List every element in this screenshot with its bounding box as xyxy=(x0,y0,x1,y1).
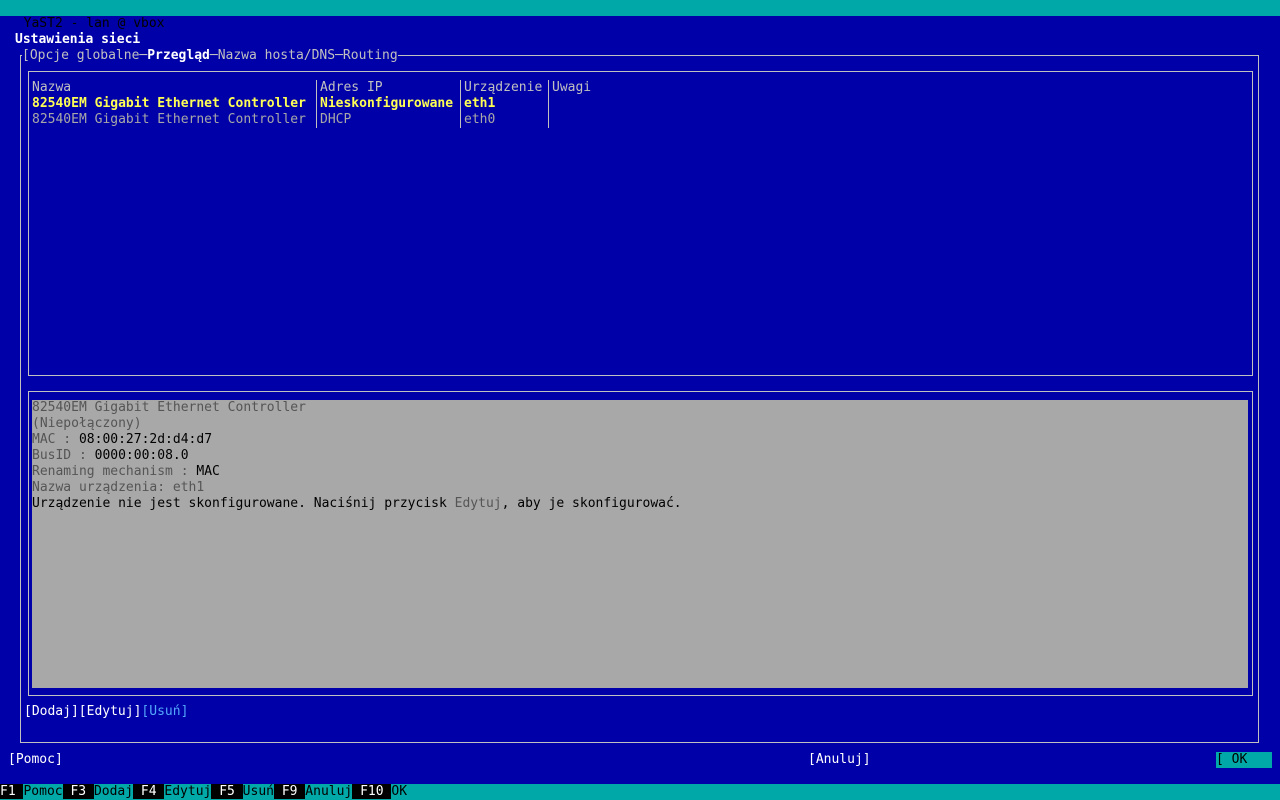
column-header-device[interactable]: Urządzenie xyxy=(464,80,542,96)
busid-value: 0000:00:08.0 xyxy=(94,448,189,463)
fkey-f5[interactable]: F5 xyxy=(211,784,243,799)
add-button[interactable]: [Dodaj] xyxy=(24,704,79,719)
details-content: 82540EM Gigabit Ethernet Controller (Nie… xyxy=(32,400,682,512)
fkey-f5-label[interactable]: Usuń xyxy=(243,784,274,799)
dialog-title: Ustawienia sieci xyxy=(15,32,141,47)
column-header-ip[interactable]: Adres IP xyxy=(320,80,383,96)
tab-overview[interactable]: Przegląd xyxy=(147,48,210,63)
action-buttons: [Dodaj][Edytuj][Usuń] xyxy=(24,704,188,720)
details-mac: MAC : 08:00:27:2d:d4:d7 xyxy=(32,432,213,447)
tab-hostname-dns[interactable]: Nazwa hosta/DNS xyxy=(218,48,335,63)
fkey-f4[interactable]: F4 xyxy=(133,784,165,799)
fkey-f1-label[interactable]: Pomoc xyxy=(23,784,62,799)
cell-ip: DHCP xyxy=(320,112,352,127)
details-renaming: Renaming mechanism : MAC xyxy=(32,464,220,479)
fkey-f3[interactable]: F3 xyxy=(62,784,94,799)
window-title: YaST2 - lan @ vbox xyxy=(23,16,165,31)
fkey-f1[interactable]: F1 xyxy=(0,784,24,799)
table-row[interactable]: 82540EM Gigabit Ethernet Controller Nies… xyxy=(30,96,1250,112)
fkey-f10[interactable]: F10 xyxy=(352,784,392,799)
fkey-f9-label[interactable]: Anuluj xyxy=(305,784,352,799)
cell-device: eth1 xyxy=(464,96,496,111)
edit-button[interactable]: [Edytuj] xyxy=(79,704,142,719)
table-row[interactable]: 82540EM Gigabit Ethernet Controller DHCP… xyxy=(30,112,1250,128)
function-key-bar: F1 Pomoc F3 Dodaj F4 Edytuj F5 Usuń F9 A… xyxy=(0,784,1280,800)
cell-name: 82540EM Gigabit Ethernet Controller xyxy=(32,112,306,127)
edit-link[interactable]: Edytuj xyxy=(455,496,502,511)
details-busid: BusID : 0000:00:08.0 xyxy=(32,448,189,463)
delete-button[interactable]: [Usuń] xyxy=(141,704,188,719)
cell-ip: Nieskonfigurowane xyxy=(320,96,454,111)
cancel-button[interactable]: [Anuluj] xyxy=(808,752,871,768)
cell-name: 82540EM Gigabit Ethernet Controller xyxy=(32,96,306,111)
column-header-notes[interactable]: Uwagi xyxy=(552,80,591,96)
fkey-f9[interactable]: F9 xyxy=(273,784,306,799)
details-message: Urządzenie nie jest skonfigurowane. Naci… xyxy=(32,496,682,511)
tab-routing[interactable]: Routing xyxy=(343,48,398,63)
ok-button[interactable]: [ OK ] xyxy=(1216,752,1280,768)
tab-global-options[interactable]: Opcje globalne xyxy=(30,48,140,63)
details-title: 82540EM Gigabit Ethernet Controller xyxy=(32,400,306,415)
renaming-value: MAC xyxy=(196,464,220,479)
fkey-f3-label[interactable]: Dodaj xyxy=(94,784,133,799)
column-header-name[interactable]: Nazwa xyxy=(32,80,71,96)
mac-value: 08:00:27:2d:d4:d7 xyxy=(78,432,213,447)
help-button[interactable]: [Pomoc] xyxy=(8,752,63,768)
fkey-f4-label[interactable]: Edytuj xyxy=(164,784,211,799)
cell-device: eth0 xyxy=(464,112,496,127)
window-title-bar: YaST2 - lan @ vbox xyxy=(0,0,1280,31)
fkey-f10-label[interactable]: OK xyxy=(391,784,407,799)
details-device-name: Nazwa urządzenia: eth1 xyxy=(32,480,205,495)
details-status: (Niepołączony) xyxy=(32,416,142,431)
tab-bar: [Opcje globalne─Przegląd─Nazwa hosta/DNS… xyxy=(22,48,398,64)
